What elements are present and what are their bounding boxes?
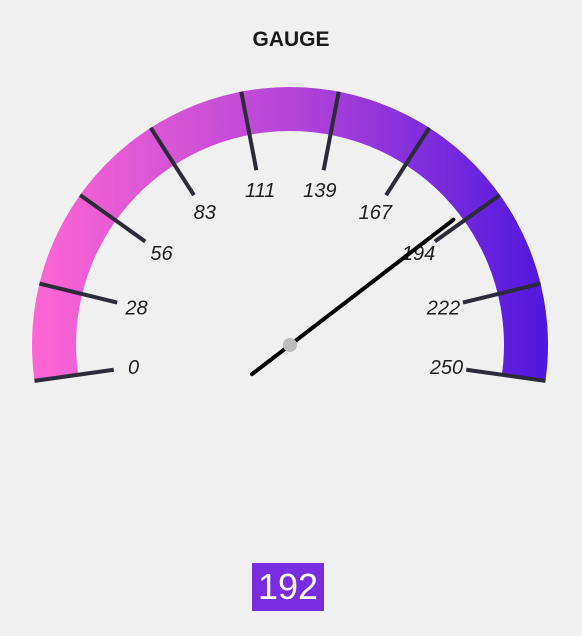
- gauge-tick-label: 111: [245, 180, 275, 202]
- gauge-widget: GAUGE 0 28 56 83 111 139 167 194 222 250 192: [0, 0, 582, 636]
- gauge-tick-label: 167: [359, 202, 393, 224]
- gauge-pivot: [283, 338, 297, 352]
- gauge-tick-label: 56: [150, 243, 173, 265]
- gauge-needle: [249, 217, 456, 377]
- gauge-tick-label: 28: [124, 297, 147, 319]
- gauge-tick-label: 0: [128, 357, 139, 379]
- gauge-arc: [31, 86, 548, 381]
- gauge-ticks: [34, 91, 546, 383]
- gauge-svg: 0285683111 139167194222250: [31, 86, 548, 383]
- gauge-value-readout: 192: [252, 563, 324, 611]
- gauge-tick-label: 83: [194, 202, 216, 224]
- gauge-tick-label: 222: [426, 297, 460, 319]
- gauge-tick-label: 250: [429, 357, 463, 379]
- gauge-tick-label: 139: [303, 180, 336, 202]
